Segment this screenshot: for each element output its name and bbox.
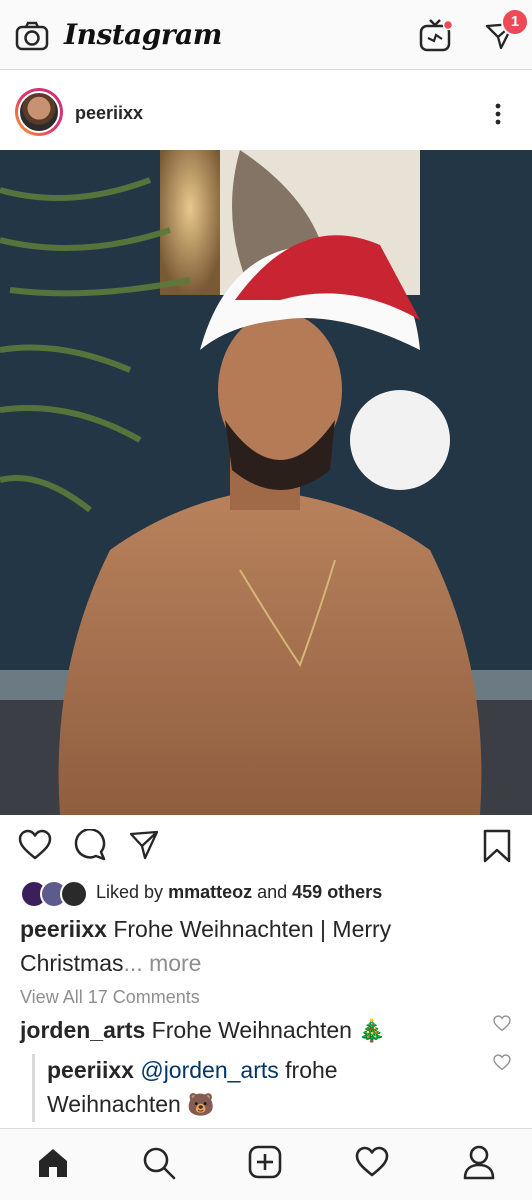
likes-row: Liked by mmatteoz and 459 others: [20, 878, 520, 908]
top-bar: Instagram 1: [0, 0, 532, 70]
view-all-comments-link[interactable]: View All 17 Comments: [20, 987, 200, 1008]
profile-icon[interactable]: [462, 1144, 496, 1180]
photo-illustration: [0, 150, 532, 815]
bottom-nav: [0, 1128, 532, 1200]
camera-icon[interactable]: [15, 20, 49, 52]
more-options-icon[interactable]: [492, 102, 504, 126]
search-icon[interactable]: [141, 1145, 177, 1181]
likes-connector: and: [257, 882, 288, 902]
comment-text: Frohe Weihnachten: [151, 1017, 352, 1043]
app-logo: Instagram: [64, 18, 222, 51]
avatar-ring[interactable]: [15, 88, 63, 136]
new-post-icon[interactable]: [248, 1145, 282, 1179]
likes-prefix: Liked by: [96, 882, 164, 902]
avatar: [18, 91, 60, 133]
post-photo[interactable]: [0, 150, 532, 815]
likes-user[interactable]: mmatteoz: [168, 882, 252, 902]
bear-emoji: 🐻: [187, 1093, 215, 1118]
christmas-tree-emoji: 🎄: [358, 1019, 386, 1044]
dm-badge: 1: [501, 8, 529, 36]
post-header: peeriixx: [0, 70, 532, 150]
comment-reply: peeriixx @jorden_arts frohe Weihnachten …: [47, 1053, 477, 1123]
igtv-icon[interactable]: [418, 18, 454, 54]
comment-username[interactable]: peeriixx: [47, 1057, 134, 1083]
likes-summary[interactable]: Liked by mmatteoz and 459 others: [96, 882, 382, 903]
post-actions: [0, 815, 532, 875]
comment: jorden_arts Frohe Weihnachten 🎄: [20, 1013, 480, 1049]
caption-more-link[interactable]: ... more: [124, 950, 202, 976]
comment-like-heart-icon[interactable]: [493, 1054, 511, 1071]
comment-mention[interactable]: @jorden_arts: [140, 1057, 278, 1083]
save-bookmark-icon[interactable]: [482, 829, 512, 863]
activity-heart-icon[interactable]: [355, 1146, 389, 1178]
post-caption: peeriixx Frohe Weihnachten | Merry Chris…: [20, 912, 500, 980]
likes-others[interactable]: 459 others: [292, 882, 382, 902]
home-icon[interactable]: [36, 1146, 70, 1180]
post-username[interactable]: peeriixx: [75, 103, 143, 124]
liker-avatar[interactable]: [60, 880, 88, 908]
comment-like-heart-icon[interactable]: [493, 1015, 511, 1032]
comment-icon[interactable]: [74, 829, 106, 861]
share-icon[interactable]: [128, 829, 160, 861]
reply-thread-line: [32, 1054, 35, 1122]
like-heart-icon[interactable]: [18, 829, 52, 861]
caption-username[interactable]: peeriixx: [20, 916, 107, 942]
comment-username[interactable]: jorden_arts: [20, 1017, 145, 1043]
